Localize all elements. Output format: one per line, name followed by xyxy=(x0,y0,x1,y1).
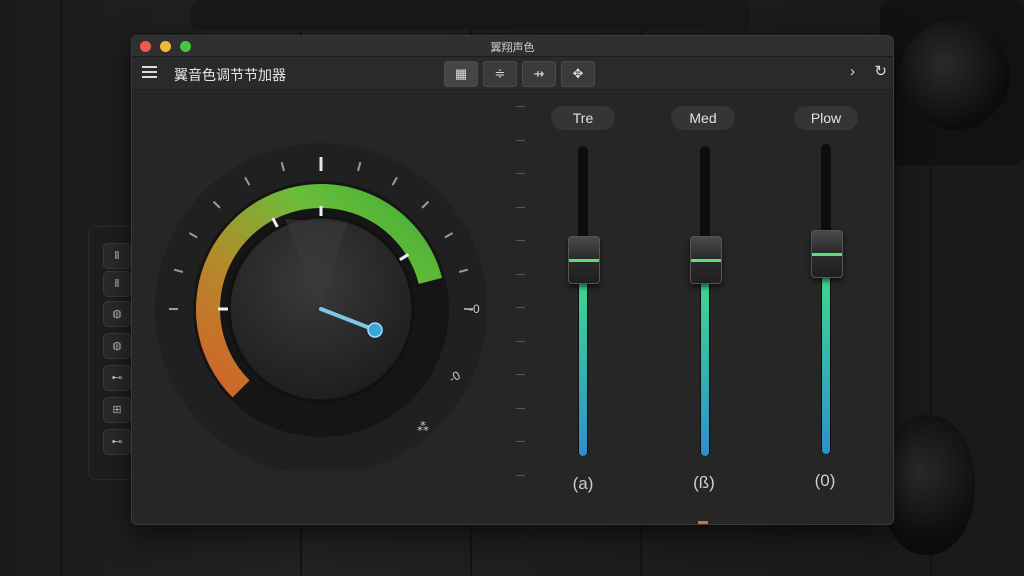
side-panel-button[interactable]: ◍ xyxy=(103,333,131,359)
slider-track-low[interactable] xyxy=(821,144,831,454)
slider-handle-low[interactable] xyxy=(811,230,843,278)
side-panel-button[interactable]: ⊷ xyxy=(103,365,131,391)
ruler-tick xyxy=(516,106,525,107)
slider-value-treble: (a) xyxy=(572,474,594,493)
slider-track-treble[interactable] xyxy=(578,146,588,456)
side-panel-button[interactable]: ⊷ xyxy=(103,429,131,455)
slider-label-low: Plow xyxy=(794,106,858,130)
status-indicator xyxy=(698,521,708,524)
slider-value-low: (0) xyxy=(814,471,836,490)
ruler-tick xyxy=(516,240,525,241)
ruler-tick xyxy=(516,139,525,141)
ruler-tick xyxy=(516,340,525,342)
split-button[interactable]: ≑ xyxy=(483,61,517,87)
slider-fill-mid xyxy=(701,276,709,456)
side-panel-button[interactable]: ◍ xyxy=(103,301,131,327)
layout-view-button[interactable]: ▦ xyxy=(444,61,478,87)
ruler-tick xyxy=(516,441,525,442)
slider-track-mid[interactable] xyxy=(700,146,710,456)
app-title: 翼音色调节节加器 xyxy=(174,67,286,83)
equalizer-window: 翼翔声色 翼音色调节节加器 ▦ ≑ ⇸ ✥ › ↻ -0 -0 ⁂ Tre Me… xyxy=(131,35,894,525)
knob-needle-tip xyxy=(367,322,383,338)
ruler-tick xyxy=(516,407,525,409)
slider-handle-treble[interactable] xyxy=(568,236,600,284)
slider-fill-low xyxy=(822,268,830,454)
move-button[interactable]: ✥ xyxy=(561,61,595,87)
window-title: 翼翔声色 xyxy=(490,42,535,54)
menu-icon[interactable] xyxy=(142,66,157,78)
side-tool-panel: Ⅱ Ⅱ ◍ ◍ ⊷ ⊞ ⊷ xyxy=(88,226,136,480)
side-panel-button[interactable]: Ⅱ xyxy=(103,243,131,269)
toolbar-button-group: ▦ ≑ ⇸ ✥ xyxy=(444,61,595,87)
ruler-tick xyxy=(516,173,525,174)
ruler-tick xyxy=(516,206,525,208)
ruler-tick xyxy=(516,273,525,275)
background-speaker-woofer xyxy=(900,20,1010,130)
knob-side-label: -0 xyxy=(469,302,480,316)
ruler-tick xyxy=(516,307,525,308)
slider-value-mid: (ß) xyxy=(693,473,715,492)
chevron-right-icon[interactable]: › xyxy=(850,63,855,80)
background-speaker-round xyxy=(880,415,975,555)
title-bar: 翼翔声色 xyxy=(132,36,893,57)
slider-label-treble: Tre xyxy=(551,106,615,130)
background-top-box xyxy=(190,0,750,30)
slider-handle-mid[interactable] xyxy=(690,236,722,284)
slider-label-mid: Med xyxy=(671,106,735,130)
refresh-icon[interactable]: ↻ xyxy=(874,62,887,80)
side-panel-button[interactable]: Ⅱ xyxy=(103,271,131,297)
ruler-tick xyxy=(516,374,525,375)
ruler-tick xyxy=(516,474,525,476)
toolbar: 翼音色调节节加器 ▦ ≑ ⇸ ✥ › ↻ xyxy=(132,57,893,90)
knob-side-label: ⁂ xyxy=(417,420,429,434)
arrows-button[interactable]: ⇸ xyxy=(522,61,556,87)
slider-fill-treble xyxy=(579,276,587,456)
side-panel-button[interactable]: ⊞ xyxy=(103,397,131,423)
gain-knob[interactable]: -0 -0 ⁂ xyxy=(147,131,497,475)
